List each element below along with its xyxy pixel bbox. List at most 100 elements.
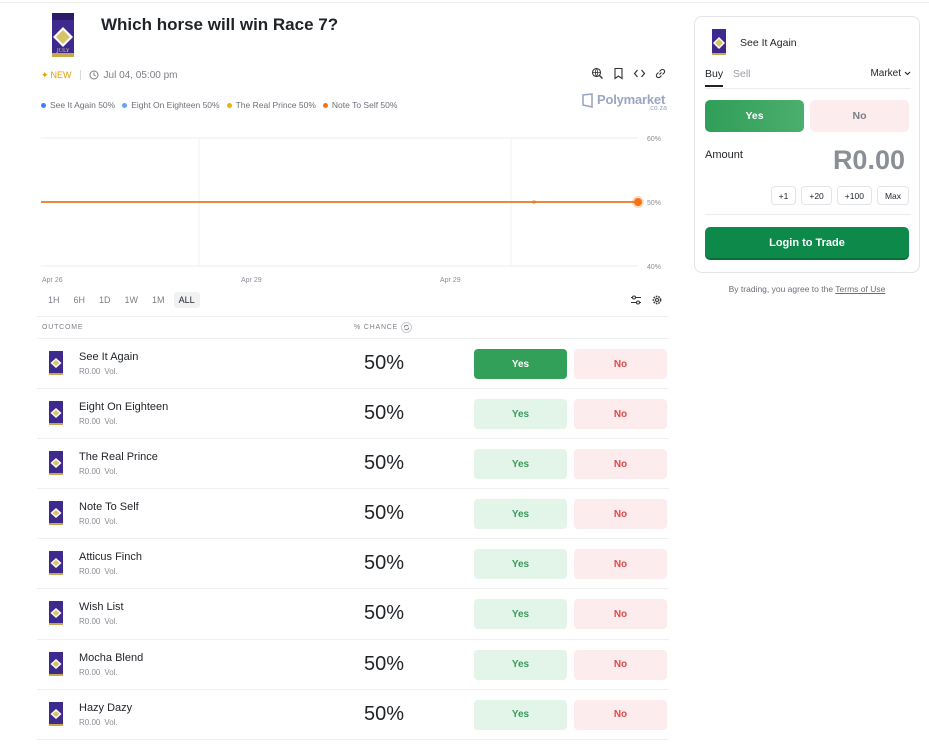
panel-divider <box>705 214 911 215</box>
outcome-logo <box>48 351 64 375</box>
login-to-trade-button[interactable]: Login to Trade <box>705 227 909 258</box>
range-1w[interactable]: 1W <box>120 292 144 308</box>
x-tick-label: Apr 29 <box>440 277 461 284</box>
panel-no-button[interactable]: No <box>810 100 909 132</box>
table-row[interactable]: The Real Prince R0.00 Vol. 50% Yes No <box>37 439 669 490</box>
table-row[interactable]: Eight On Eighteen R0.00 Vol. 50% Yes No <box>37 389 669 440</box>
legend-item: Eight On Eighteen 50% <box>122 100 220 110</box>
table-row[interactable]: Mocha Blend R0.00 Vol. 50% Yes No <box>37 640 669 690</box>
buy-no-button[interactable]: No <box>574 599 667 630</box>
tab-sell[interactable]: Sell <box>733 68 751 80</box>
buy-yes-button[interactable]: Yes <box>474 349 567 379</box>
x-tick-label: Apr 29 <box>241 277 262 284</box>
outcome-chance: 50% <box>363 452 405 475</box>
table-row[interactable]: Atticus Finch R0.00 Vol. 50% Yes No <box>37 539 669 590</box>
outcome-chance: 50% <box>363 402 405 425</box>
terms-of-use-link[interactable]: Terms of Use <box>835 284 885 294</box>
refresh-icon[interactable] <box>401 322 413 333</box>
top-divider <box>0 2 929 3</box>
panel-yes-button[interactable]: Yes <box>705 100 804 132</box>
outcome-logo <box>48 401 64 426</box>
legend-dot <box>322 102 328 108</box>
range-6h[interactable]: 6H <box>69 292 91 308</box>
quick-amount-button[interactable]: +1 <box>770 186 797 205</box>
table-row[interactable]: Wish List R0.00 Vol. 50% Yes No <box>37 589 669 640</box>
chart-tools <box>630 294 663 306</box>
buy-no-button[interactable]: No <box>574 649 667 680</box>
outcome-name: Eight On Eighteen <box>79 401 169 414</box>
selected-outcome-logo <box>712 29 726 55</box>
buy-no-button[interactable]: No <box>574 349 667 379</box>
terms-notice: By trading, you agree to the Terms of Us… <box>728 284 886 294</box>
range-1d[interactable]: 1D <box>94 292 116 308</box>
buy-yes-button[interactable]: Yes <box>474 599 567 630</box>
buy-no-button[interactable]: No <box>574 699 667 730</box>
range-1m[interactable]: 1M <box>147 292 170 308</box>
buy-yes-button[interactable]: Yes <box>474 649 567 680</box>
outcome-chance: 50% <box>363 502 405 525</box>
market-datetime: Jul 04, 05:00 pm <box>103 69 178 81</box>
amount-input[interactable]: R0.00 <box>833 145 905 176</box>
outcome-volume: R0.00 Vol. <box>79 567 118 577</box>
bookmark-icon[interactable] <box>612 67 625 80</box>
sliders-icon[interactable] <box>630 294 642 306</box>
buy-no-button[interactable]: No <box>574 399 667 430</box>
buy-no-button[interactable]: No <box>574 499 667 530</box>
quick-amount-button[interactable]: +100 <box>836 186 872 205</box>
buy-no-button[interactable]: No <box>574 549 667 580</box>
outcome-name: Mocha Blend <box>79 651 144 664</box>
buy-yes-button[interactable]: Yes <box>474 699 567 730</box>
settings-icon[interactable] <box>651 294 663 306</box>
meta-divider <box>79 70 81 80</box>
buy-yes-button[interactable]: Yes <box>474 399 567 430</box>
outcomes-list: See It Again R0.00 Vol. 50% Yes No Eight On Ei… <box>37 339 669 740</box>
buy-no-button[interactable]: No <box>574 449 667 480</box>
order-type-dropdown[interactable]: Market <box>870 68 911 79</box>
sparkle-icon: ✦ <box>41 69 49 80</box>
outcome-name: Note To Self <box>79 501 139 514</box>
outcome-volume: R0.00 Vol. <box>79 717 118 727</box>
link-icon[interactable] <box>654 67 667 80</box>
legend-item: The Real Prince 50% <box>226 100 316 110</box>
outcome-logo <box>48 601 64 626</box>
y-tick-label: 60% <box>647 136 661 143</box>
x-tick-label: Apr 26 <box>42 277 63 284</box>
tab-buy[interactable]: Buy <box>705 68 724 87</box>
range-all[interactable]: ALL <box>173 292 200 308</box>
outcome-logo <box>48 551 64 576</box>
table-row[interactable]: Hazy Dazy R0.00 Vol. 50% Yes No <box>37 690 669 740</box>
series-point <box>532 200 536 204</box>
outcome-volume: R0.00 Vol. <box>79 367 118 376</box>
outcome-volume: R0.00 Vol. <box>79 617 118 627</box>
outcomes-table-header: OUTCOME % CHANCE <box>37 316 669 339</box>
polymarket-watermark: Polymarket .co.za <box>581 92 669 116</box>
chart-legend: See It Again 50% Eight On Eighteen 50% T… <box>41 100 397 110</box>
buy-yes-button[interactable]: Yes <box>474 449 567 480</box>
outcome-chance: 50% <box>363 552 405 575</box>
quick-amount-button[interactable]: Max <box>876 186 909 205</box>
table-row[interactable]: Note To Self R0.00 Vol. 50% Yes No <box>37 489 669 540</box>
buy-yes-button[interactable]: Yes <box>474 549 567 580</box>
range-1h[interactable]: 1H <box>43 292 65 308</box>
quick-amount-button[interactable]: +20 <box>801 186 832 205</box>
table-row[interactable]: See It Again R0.00 Vol. 50% Yes No <box>37 339 669 390</box>
outcome-name: See It Again <box>79 351 139 363</box>
chevron-down-icon <box>904 71 911 76</box>
quick-amounts: +1 +20 +100 Max <box>770 186 909 205</box>
embed-code-icon[interactable] <box>633 67 646 80</box>
outcome-volume: R0.00 Vol. <box>79 517 118 527</box>
outcome-logo <box>48 701 64 726</box>
globe-search-icon[interactable] <box>591 67 604 80</box>
trade-panel: See It Again Buy Sell Market Yes No Amou… <box>694 16 920 273</box>
legend-item: See It Again 50% <box>41 100 115 110</box>
series-endpoint <box>634 198 642 206</box>
outcome-logo <box>48 451 64 476</box>
clock-icon <box>89 70 99 80</box>
outcome-logo <box>48 501 64 526</box>
buy-yes-button[interactable]: Yes <box>474 499 567 530</box>
time-range-selector: 1H 6H 1D 1W 1M ALL <box>43 292 200 308</box>
outcome-volume: R0.00 Vol. <box>79 667 118 677</box>
outcome-chance: 50% <box>363 352 405 374</box>
outcome-name: Wish List <box>79 601 124 614</box>
column-chance: % CHANCE <box>354 322 413 333</box>
